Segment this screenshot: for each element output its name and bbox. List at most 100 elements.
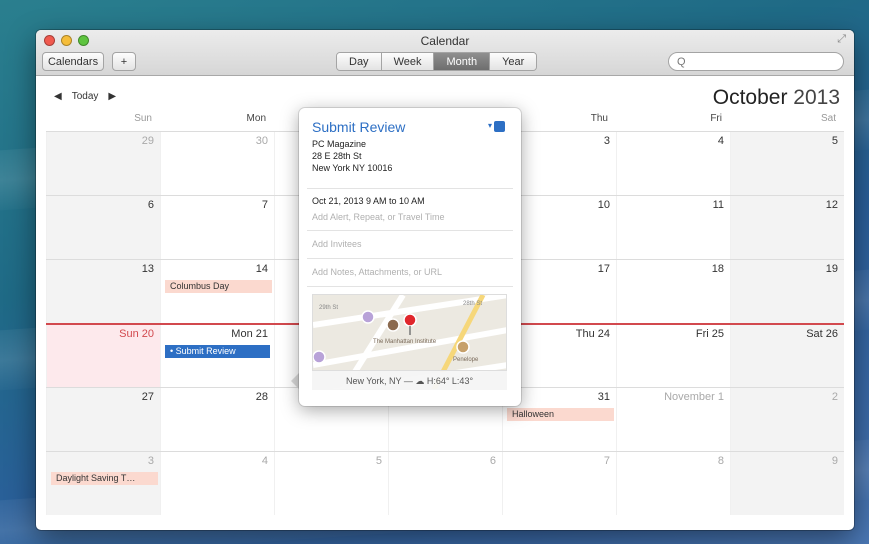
day-cell[interactable]: Sun 20 [46, 325, 160, 387]
divider [307, 286, 513, 287]
calendar-window: Calendar ⤢ Calendars + Day Week Month Ye… [36, 30, 854, 530]
day-cell[interactable]: 2 [730, 388, 844, 451]
day-cell[interactable]: Fri 25 [616, 325, 730, 387]
day-number: 9 [831, 455, 838, 467]
day-number: 4 [717, 135, 724, 147]
day-of-week-label: Mon [246, 113, 266, 124]
day-number: 4 [261, 455, 268, 467]
day-number: Sat 26 [806, 328, 838, 340]
day-cell[interactable]: Mon 21 • Submit Review [160, 325, 274, 387]
day-cell[interactable]: November 1 [616, 388, 730, 451]
location-pin-icon [403, 313, 417, 327]
day-number: 13 [141, 263, 154, 275]
day-cell[interactable]: 5 [274, 452, 388, 515]
day-number: Sun 20 [119, 328, 154, 340]
calendar-event[interactable]: Halloween [507, 408, 614, 421]
view-week-button[interactable]: Week [381, 53, 435, 70]
day-number: 6 [489, 455, 496, 467]
window-title: Calendar [420, 34, 470, 48]
calendars-button[interactable]: Calendars [42, 52, 104, 71]
poi-icon [386, 318, 400, 332]
view-month-button[interactable]: Month [434, 53, 491, 70]
day-cell[interactable]: 14 Columbus Day [160, 260, 274, 323]
poi-icon [313, 350, 326, 364]
day-of-week-label: Sat [820, 113, 836, 124]
view-year-button[interactable]: Year [490, 53, 537, 70]
calendar-chevron-icon[interactable]: ▾ [488, 121, 492, 130]
today-button[interactable]: Today [72, 91, 99, 102]
location-line: 28 E 28th St [312, 151, 362, 161]
add-alert-field[interactable]: Add Alert, Repeat, or Travel Time [312, 212, 445, 222]
day-cell[interactable]: 12 [730, 196, 844, 259]
calendar-event[interactable]: Columbus Day [165, 280, 272, 293]
date-navigation: ◀ Today ▶ [54, 91, 116, 102]
map-label: 29th St [319, 305, 338, 311]
day-cell[interactable]: 6 [46, 196, 160, 259]
poi-icon [361, 310, 375, 324]
location-line: PC Magazine [312, 139, 367, 149]
day-cell[interactable]: 6 [388, 452, 502, 515]
day-cell[interactable]: 19 [730, 260, 844, 323]
day-of-week-label: Sun [134, 113, 152, 124]
day-number: 27 [141, 391, 154, 403]
day-cell[interactable]: 30 [160, 132, 274, 195]
day-cell[interactable]: 4 [616, 132, 730, 195]
event-title[interactable]: Submit Review [312, 119, 405, 135]
day-cell[interactable]: Sat 26 [730, 325, 844, 387]
day-cell[interactable]: 18 [616, 260, 730, 323]
day-cell[interactable]: 7 [502, 452, 616, 515]
day-cell[interactable]: 8 [616, 452, 730, 515]
day-number: 6 [147, 199, 154, 211]
add-notes-field[interactable]: Add Notes, Attachments, or URL [312, 267, 442, 277]
day-number: Thu 24 [575, 328, 610, 340]
day-cell[interactable]: 11 [616, 196, 730, 259]
day-number: 7 [603, 455, 610, 467]
day-number: 8 [717, 455, 724, 467]
month-title: October 2013 [713, 86, 840, 110]
day-number: 29 [141, 135, 154, 147]
fullscreen-icon[interactable]: ⤢ [837, 33, 846, 46]
view-switcher: Day Week Month Year [336, 52, 538, 71]
view-day-button[interactable]: Day [337, 53, 382, 70]
year-label: 2013 [793, 86, 840, 109]
next-arrow-icon[interactable]: ▶ [108, 91, 116, 102]
divider [307, 230, 513, 231]
previous-arrow-icon[interactable]: ◀ [54, 91, 62, 102]
map-label: The Manhattan Institute [373, 339, 437, 345]
day-number: 5 [375, 455, 382, 467]
location-line: New York NY 10016 [312, 163, 393, 173]
day-number: 18 [711, 263, 724, 275]
calendar-color-swatch[interactable] [494, 121, 505, 132]
map-label: Penelope [453, 357, 479, 363]
divider [307, 258, 513, 259]
event-location[interactable]: PC Magazine 28 E 28th St New York NY 100… [312, 138, 392, 174]
day-cell[interactable]: 7 [160, 196, 274, 259]
day-number: 17 [597, 263, 610, 275]
day-number: 11 [712, 199, 724, 211]
weather-footer: New York, NY — ☁ H:64° L:43° [312, 370, 507, 390]
day-cell[interactable]: 5 [730, 132, 844, 195]
day-cell[interactable]: 28 [160, 388, 274, 451]
day-cell[interactable]: 9 [730, 452, 844, 515]
event-datetime[interactable]: Oct 21, 2013 9 AM to 10 AM [312, 196, 425, 206]
day-cell[interactable]: 27 [46, 388, 160, 451]
day-number: 3 [603, 135, 610, 147]
search-input[interactable]: Q [668, 52, 844, 71]
event-popover: Submit Review ▾ PC Magazine 28 E 28th St… [299, 108, 521, 406]
day-cell[interactable]: 3 Daylight Saving T… [46, 452, 160, 515]
map-label: 28th St [463, 301, 482, 307]
divider [307, 188, 513, 189]
day-number: Fri 25 [695, 328, 724, 340]
day-cell[interactable]: 29 [46, 132, 160, 195]
day-number: 3 [147, 455, 154, 467]
add-event-button[interactable]: + [112, 52, 136, 71]
add-invitees-field[interactable]: Add Invitees [312, 239, 362, 249]
week-row: 3 Daylight Saving T… 4 5 6 7 8 9 [46, 451, 844, 515]
calendar-event[interactable]: • Submit Review [165, 345, 270, 358]
calendar-event[interactable]: Daylight Saving T… [51, 472, 158, 485]
day-cell[interactable]: 13 [46, 260, 160, 323]
day-cell[interactable]: 4 [160, 452, 274, 515]
day-number: 14 [255, 263, 268, 275]
day-number: 2 [831, 391, 838, 403]
day-number: Mon 21 [231, 328, 268, 340]
